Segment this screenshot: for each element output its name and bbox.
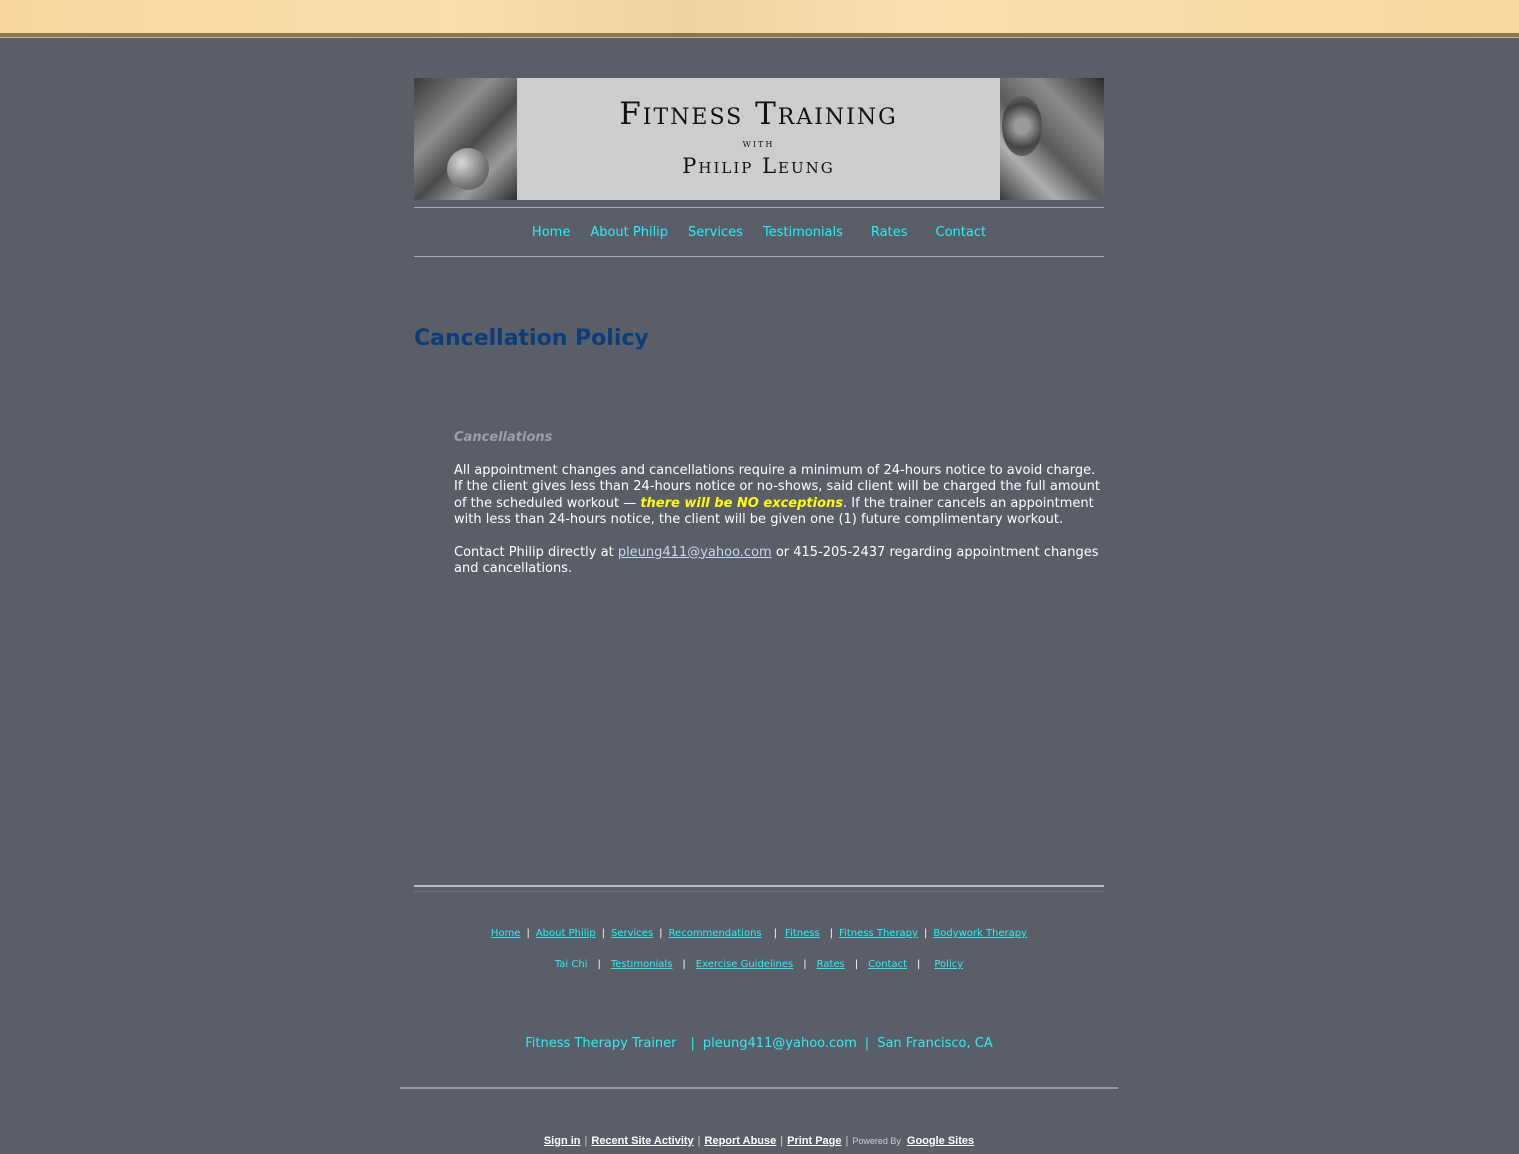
page-container: Fitness Training with Philip Leung Home … <box>414 78 1104 576</box>
footer-link-recommendations[interactable]: Recommendations <box>669 928 762 939</box>
banner-with: with <box>742 136 775 150</box>
no-exceptions-highlight: there will be NO exceptions <box>640 495 844 511</box>
footer-link-about-philip[interactable]: About Philip <box>536 928 596 939</box>
recent-site-activity-link[interactable]: Recent Site Activity <box>591 1135 693 1147</box>
footer-link-exercise-guidelines[interactable]: Exercise Guidelines <box>696 959 793 970</box>
sites-footer-separator: | <box>584 1135 588 1147</box>
footer-separator: | <box>917 959 921 970</box>
footer-link-fitness[interactable]: Fitness <box>785 928 820 939</box>
footer-separator: | <box>601 928 605 939</box>
footer-email: pleung411@yahoo.com <box>702 1036 857 1051</box>
footer-rule-shadow <box>414 891 1104 892</box>
banner-title: Fitness Training <box>619 96 898 132</box>
footer-link-bodywork-therapy[interactable]: Bodywork Therapy <box>933 928 1027 939</box>
sites-footer-separator: | <box>697 1135 701 1147</box>
footer-separator: | <box>773 928 778 939</box>
footer-link-rates[interactable]: Rates <box>817 959 845 970</box>
banner-name: Philip Leung <box>682 154 835 178</box>
dumbbell-photo <box>1000 78 1104 200</box>
top-band-divider <box>0 33 1519 38</box>
footer-link-fitness-therapy[interactable]: Fitness Therapy <box>839 928 918 939</box>
google-sites-footer: Sign in | Recent Site Activity | Report Abus… <box>400 1135 1118 1147</box>
footer-separator: | <box>659 928 663 939</box>
footer-link-home[interactable]: Home <box>491 928 521 939</box>
footer-rule <box>414 885 1104 887</box>
kettlebell-photo <box>414 78 517 200</box>
footer-links-row2: Tai Chi | Testimonials | Exercise Guidelines… <box>414 959 1104 970</box>
footer-separator: | <box>597 959 601 970</box>
footer-contact-line: Fitness Therapy Trainer | pleung411@yahoo.… <box>414 1036 1104 1051</box>
footer-link-policy[interactable]: Policy <box>934 959 963 970</box>
nav-services[interactable]: Services <box>688 225 743 240</box>
cancellation-paragraph: All appointment changes and cancellation… <box>454 463 1104 529</box>
weight-plate-icon <box>1002 96 1042 156</box>
sites-footer-separator: | <box>780 1135 784 1147</box>
print-page-link[interactable]: Print Page <box>787 1135 841 1147</box>
footer-link-services[interactable]: Services <box>611 928 653 939</box>
header-banner: Fitness Training with Philip Leung <box>414 78 1104 200</box>
footer-link-testimonials[interactable]: Testimonials <box>611 959 673 970</box>
kettlebell-icon <box>447 148 489 190</box>
footer-separator: | <box>829 928 834 939</box>
nav-bottom-rule <box>414 256 1104 257</box>
footer-separator: | <box>864 1036 870 1051</box>
footer-location: San Francisco, CA <box>877 1036 993 1051</box>
footer-separator: | <box>923 928 928 939</box>
contact-text: Contact Philip directly at <box>454 544 618 560</box>
footer-link-contact[interactable]: Contact <box>868 959 907 970</box>
section-heading: Cancellations <box>454 430 553 445</box>
google-sites-link[interactable]: Google Sites <box>907 1135 974 1147</box>
footer-separator: | <box>854 959 859 970</box>
email-link[interactable]: pleung411@yahoo.com <box>618 545 772 560</box>
footer-tai-chi: Tai Chi <box>554 959 588 970</box>
nav-testimonials[interactable]: Testimonials <box>763 225 843 240</box>
page-title: Cancellation Policy <box>414 326 649 351</box>
sign-in-link[interactable]: Sign in <box>544 1135 581 1147</box>
contact-paragraph: Contact Philip directly at pleung411@yah… <box>454 545 1104 578</box>
main-nav: Home About Philip Services Testimonials … <box>414 208 1104 256</box>
top-decorative-band <box>0 0 1519 33</box>
nav-about-philip[interactable]: About Philip <box>590 225 668 240</box>
footer-trainer-title: Fitness Therapy Trainer <box>525 1036 677 1051</box>
banner-title-block: Fitness Training with Philip Leung <box>517 78 1000 200</box>
nav-home[interactable]: Home <box>532 225 570 240</box>
sites-footer-rule <box>400 1087 1118 1089</box>
report-abuse-link[interactable]: Report Abuse <box>705 1135 777 1147</box>
footer-separator: | <box>526 928 530 939</box>
powered-by-label: Powered By <box>852 1136 901 1146</box>
sites-footer-separator: | <box>845 1135 849 1147</box>
nav-rates[interactable]: Rates <box>871 225 908 240</box>
nav-contact[interactable]: Contact <box>936 225 987 240</box>
footer-separator: | <box>690 1036 695 1051</box>
policy-content: Cancellations All appointment changes an… <box>454 430 1104 594</box>
footer-links-row1: Home | About Philip | Services | Recommendatio… <box>414 928 1104 939</box>
footer-separator: | <box>682 959 686 970</box>
footer-separator: | <box>803 959 807 970</box>
